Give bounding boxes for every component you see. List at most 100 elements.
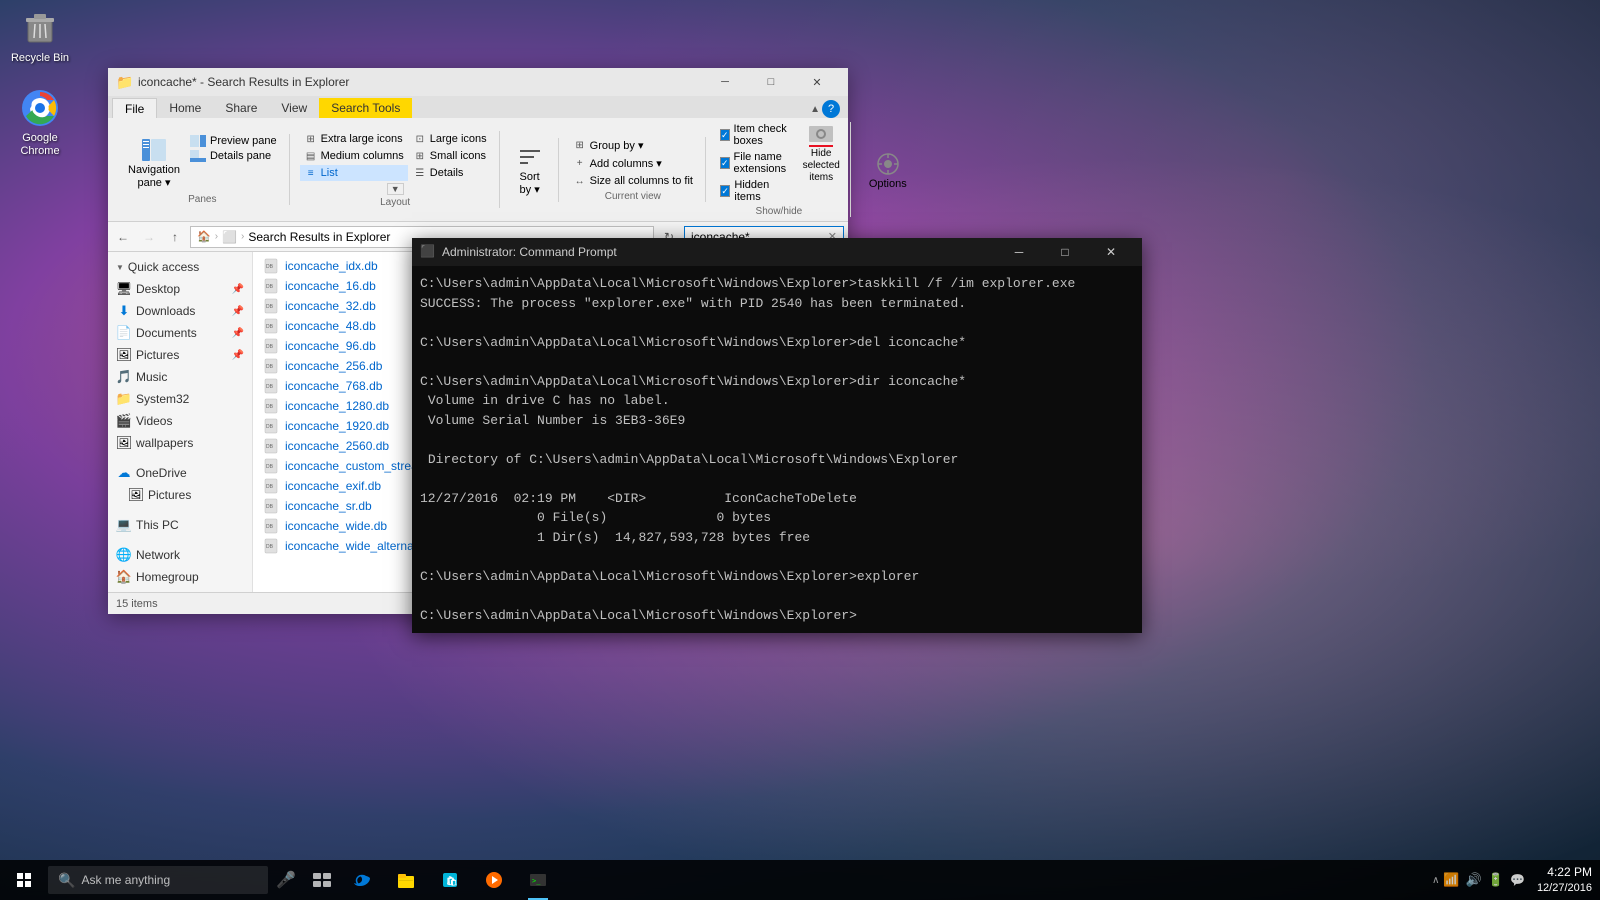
taskbar-edge[interactable] xyxy=(340,860,384,900)
sidebar-item-videos[interactable]: 🎬 Videos xyxy=(108,410,252,432)
sidebar-item-network[interactable]: 🌐 Network xyxy=(108,544,252,566)
preview-pane-button[interactable]: Preview pane xyxy=(186,134,281,148)
large-icons-button[interactable]: ⊡ Large icons xyxy=(409,131,491,147)
explorer-maximize-button[interactable]: □ xyxy=(748,68,794,96)
tab-home[interactable]: Home xyxy=(157,98,213,118)
sidebar-item-this-pc[interactable]: 💻 This PC xyxy=(108,514,252,536)
hidden-items-checkbox[interactable]: ✓ xyxy=(720,185,730,197)
sidebar-item-onedrive[interactable]: ☁ OneDrive xyxy=(108,462,252,484)
sidebar-item-wallpapers[interactable]: 🖼 wallpapers xyxy=(108,432,252,454)
network-section: 🌐 Network 🏠 Homegroup xyxy=(108,540,252,592)
taskbar-cmd[interactable]: >_ xyxy=(516,860,560,900)
cmd-window: ⬛ Administrator: Command Prompt ─ □ ✕ C:… xyxy=(412,238,1142,633)
list-button[interactable]: ≡ List xyxy=(300,165,408,181)
sidebar-item-system32[interactable]: 📁 System32 xyxy=(108,388,252,410)
svg-text:DB: DB xyxy=(266,424,274,430)
ribbon-collapse-icon[interactable]: ▲ xyxy=(810,104,820,115)
taskbar-search-box[interactable]: 🔍 Ask me anything xyxy=(48,866,268,894)
chrome-desktop-icon[interactable]: Google Chrome xyxy=(8,88,72,158)
group-by-button[interactable]: ⊞ Group by ▾ xyxy=(569,137,697,153)
onedrive-section: ☁ OneDrive 🖼 Pictures xyxy=(108,458,252,510)
add-columns-button[interactable]: + Add columns ▾ xyxy=(569,155,697,171)
tab-share[interactable]: Share xyxy=(213,98,269,118)
size-all-columns-label: Size all columns to fit xyxy=(590,175,693,187)
sort-by-button[interactable]: Sortby ▾ xyxy=(510,139,550,200)
item-check-boxes-checkbox[interactable]: ✓ xyxy=(720,129,730,141)
chrome-image xyxy=(20,88,60,128)
size-all-columns-button[interactable]: ↔ Size all columns to fit xyxy=(569,173,697,189)
documents-pin: 📌 xyxy=(232,328,244,339)
tab-view[interactable]: View xyxy=(269,98,319,118)
start-button[interactable] xyxy=(0,860,48,900)
quick-access-arrow: ▼ xyxy=(116,263,124,272)
tray-expand-button[interactable]: ∧ xyxy=(1432,875,1439,886)
taskbar-media[interactable] xyxy=(472,860,516,900)
cortana-button[interactable]: 🎤 xyxy=(268,860,304,900)
this-pc-icon: 💻 xyxy=(116,517,132,533)
medium-columns-button[interactable]: ▤ Medium columns xyxy=(300,148,408,164)
pane-buttons: Preview pane Details pane xyxy=(186,134,281,163)
status-text: 15 items xyxy=(116,598,158,610)
details-button[interactable]: ☰ Details xyxy=(409,165,491,181)
task-view-button[interactable] xyxy=(304,860,340,900)
taskbar: 🔍 Ask me anything 🎤 xyxy=(0,860,1600,900)
sidebar-item-desktop[interactable]: 🖥 Desktop 📌 xyxy=(108,278,252,300)
onedrive-pictures-icon: 🖼 xyxy=(128,487,144,503)
sidebar-item-music[interactable]: 🎵 Music xyxy=(108,366,252,388)
sidebar-item-downloads[interactable]: ⬇ Downloads 📌 xyxy=(108,300,252,322)
show-hide-group: ✓ Item check boxes ✓ File name extension… xyxy=(708,122,851,217)
file-icon-db-exif: DB xyxy=(263,478,279,494)
forward-button[interactable]: → xyxy=(138,226,160,248)
cmd-minimize-button[interactable]: ─ xyxy=(996,238,1042,266)
taskbar-explorer[interactable] xyxy=(384,860,428,900)
sidebar-item-documents[interactable]: 📄 Documents 📌 xyxy=(108,322,252,344)
explorer-title-icon: 📁 xyxy=(116,74,132,90)
file-icon-db-wide-alt: DB xyxy=(263,538,279,554)
sidebar-item-homegroup[interactable]: 🏠 Homegroup xyxy=(108,566,252,588)
explorer-close-button[interactable]: ✕ xyxy=(794,68,840,96)
sidebar-network-label: Network xyxy=(136,548,180,562)
file-icon-db-256: DB xyxy=(263,358,279,374)
file-name-extensions-checkbox[interactable]: ✓ xyxy=(720,157,730,169)
large-icons-label: Large icons xyxy=(430,133,487,145)
file-name-2: iconcache_32.db xyxy=(285,299,376,313)
ribbon-help-icon[interactable]: ? xyxy=(822,100,840,118)
battery-tray-icon[interactable]: 🔋 xyxy=(1488,872,1504,888)
sidebar-pictures-label: Pictures xyxy=(136,348,179,362)
sidebar-item-pictures[interactable]: 🖼 Pictures 📌 xyxy=(108,344,252,366)
svg-text:DB: DB xyxy=(266,524,274,530)
sh-checkboxes: ✓ Item check boxes ✓ File name extension… xyxy=(716,122,793,204)
windows-logo-icon xyxy=(17,873,31,887)
volume-tray-icon[interactable]: 🔊 xyxy=(1466,872,1482,888)
file-icon-db-custom: DB xyxy=(263,458,279,474)
cmd-close-button[interactable]: ✕ xyxy=(1088,238,1134,266)
svg-text:>_: >_ xyxy=(532,877,541,885)
sidebar-item-onedrive-pictures[interactable]: 🖼 Pictures xyxy=(108,484,252,506)
recycle-bin-icon[interactable]: Recycle Bin xyxy=(8,8,72,64)
up-button[interactable]: ↑ xyxy=(164,226,186,248)
tab-file[interactable]: File xyxy=(112,98,157,118)
file-name-9: iconcache_2560.db xyxy=(285,439,389,453)
network-tray-icon[interactable]: 📶 xyxy=(1443,872,1459,888)
extra-large-icons-button[interactable]: ⊞ Extra large icons xyxy=(300,131,408,147)
cmd-maximize-button[interactable]: □ xyxy=(1042,238,1088,266)
file-icon-db: DB xyxy=(263,258,279,274)
homegroup-icon: 🏠 xyxy=(116,569,132,585)
file-name-8: iconcache_1920.db xyxy=(285,419,389,433)
details-pane-button[interactable]: Details pane xyxy=(186,149,281,163)
hide-selected-button[interactable]: Hide selecteditems xyxy=(801,122,842,186)
quick-access-header[interactable]: ▼ Quick access xyxy=(108,256,252,278)
notification-tray-icon[interactable]: 💬 xyxy=(1510,873,1525,887)
tab-search-tools[interactable]: Search Tools xyxy=(319,98,412,118)
clock-date: 12/27/2016 xyxy=(1537,881,1592,896)
sidebar-system32-label: System32 xyxy=(136,392,189,406)
small-icons-button[interactable]: ⊞ Small icons xyxy=(409,148,491,164)
taskbar-store[interactable]: 🛍 xyxy=(428,860,472,900)
navigation-pane-button[interactable]: Navigationpane ▾ xyxy=(124,134,184,192)
taskbar-clock[interactable]: 4:22 PM 12/27/2016 xyxy=(1537,864,1592,896)
layout-dropdown-arrow[interactable]: ▼ xyxy=(387,183,404,195)
explorer-minimize-button[interactable]: ─ xyxy=(702,68,748,96)
file-icon-db-768: DB xyxy=(263,378,279,394)
options-button[interactable]: Options xyxy=(861,146,915,194)
back-button[interactable]: ← xyxy=(112,226,134,248)
